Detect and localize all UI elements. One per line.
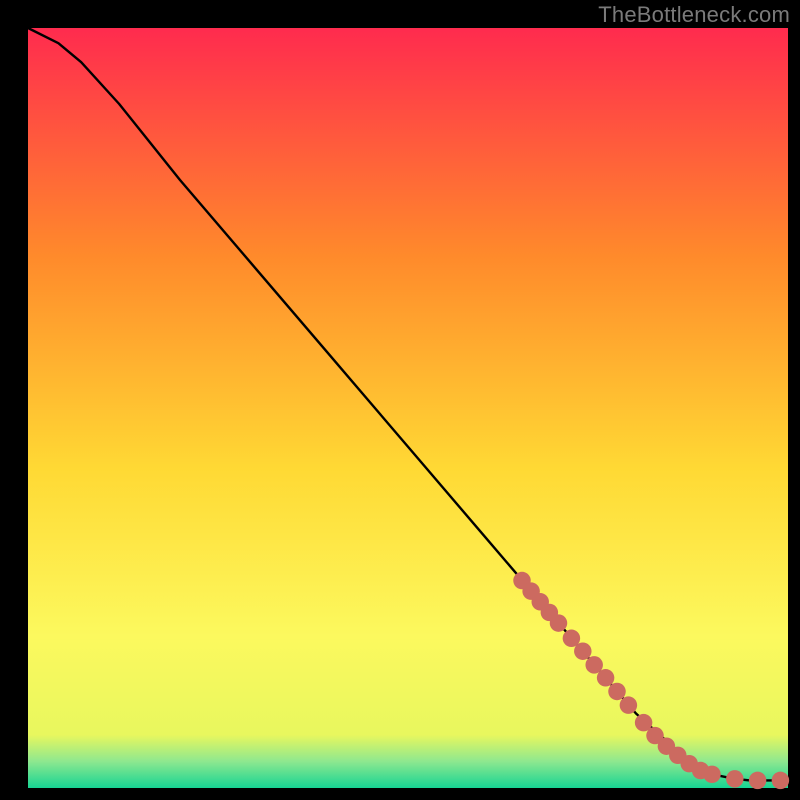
marker-dot xyxy=(703,766,720,783)
watermark-text: TheBottleneck.com xyxy=(598,2,790,28)
plot-background xyxy=(28,28,788,788)
marker-dot xyxy=(726,770,743,787)
marker-dot xyxy=(749,772,766,789)
marker-dot xyxy=(772,772,789,789)
marker-dot xyxy=(550,614,567,631)
marker-dot xyxy=(620,696,637,713)
chart-canvas xyxy=(0,0,800,800)
marker-dot xyxy=(597,669,614,686)
marker-dot xyxy=(574,642,591,659)
marker-dot xyxy=(608,683,625,700)
chart-stage: TheBottleneck.com xyxy=(0,0,800,800)
